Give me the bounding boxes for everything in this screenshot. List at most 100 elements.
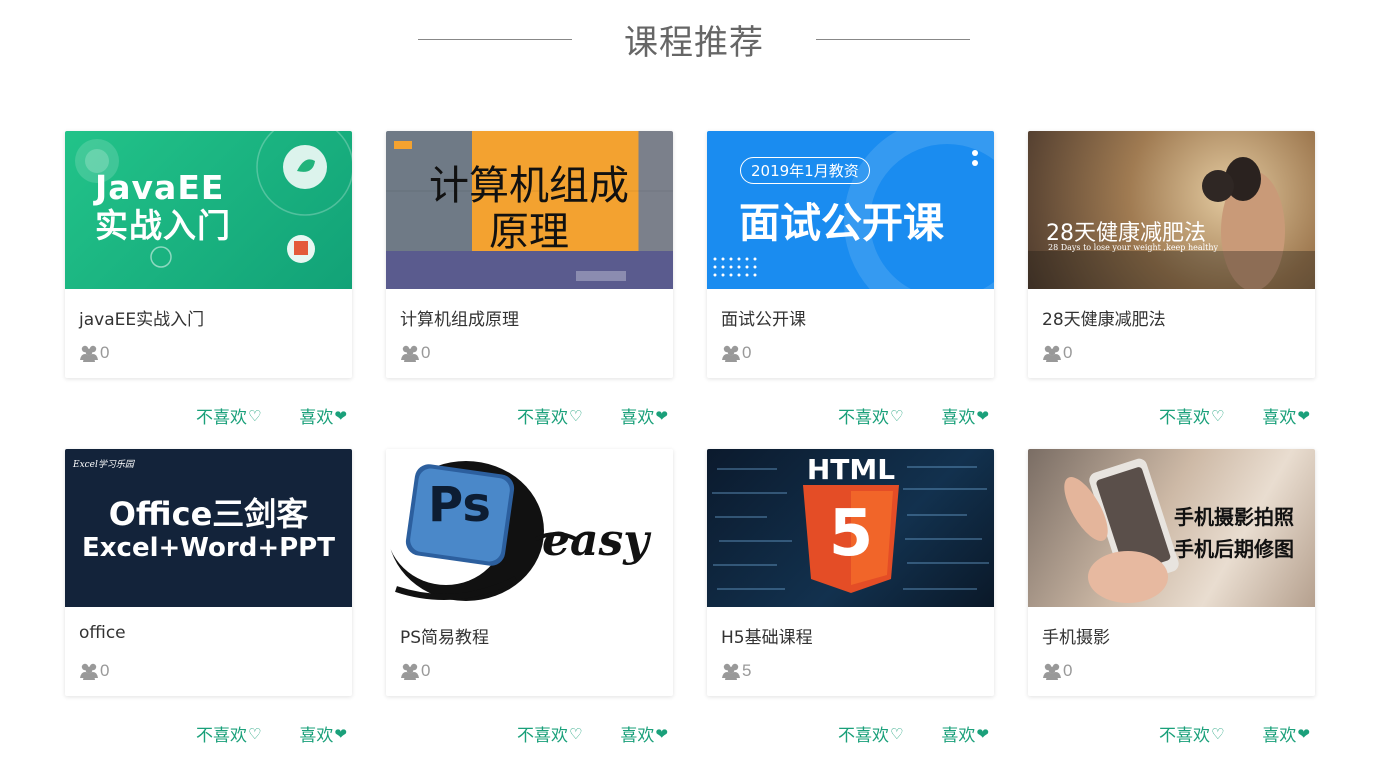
course-thumbnail[interactable]: Ps easy xyxy=(386,449,673,607)
student-count: 0 xyxy=(400,343,673,363)
course-title[interactable]: 计算机组成原理 xyxy=(400,305,673,330)
course-card[interactable]: HTML 5 H5基础课程 5 xyxy=(707,449,994,696)
course-item: Ps easy PS简易教程 0 不喜欢 ♡ 喜欢 ❤ xyxy=(386,449,673,767)
section-title: 课程推荐 xyxy=(624,22,764,63)
like-button[interactable]: 喜欢 ❤ xyxy=(620,721,668,747)
student-count: 0 xyxy=(79,343,352,363)
course-title[interactable]: PS简易教程 xyxy=(400,623,673,648)
student-count-value: 0 xyxy=(100,343,110,362)
header-divider-right xyxy=(816,38,970,40)
student-count-value: 0 xyxy=(421,661,431,680)
like-button[interactable]: 喜欢 ❤ xyxy=(941,721,989,747)
heart-outline-icon: ♡ xyxy=(889,406,904,425)
like-button[interactable]: 喜欢 ❤ xyxy=(620,403,668,429)
course-title[interactable]: 面试公开课 xyxy=(721,305,994,330)
course-card[interactable]: Excel学习乐园 Office三剑客 Excel+Word+PPT offic… xyxy=(65,449,352,696)
thumb-line-1: HTML xyxy=(806,453,896,486)
course-title[interactable]: 28天健康减肥法 xyxy=(1042,305,1315,330)
thumb-line-1: 手机摄影拍照 xyxy=(1174,505,1294,529)
dislike-button[interactable]: 不喜欢 ♡ xyxy=(1159,403,1225,429)
dislike-button[interactable]: 不喜欢 ♡ xyxy=(196,721,262,747)
course-thumbnail[interactable]: 手机摄影拍照 手机后期修图 xyxy=(1028,449,1315,607)
users-icon xyxy=(722,345,740,362)
feedback-actions: 不喜欢 ♡ 喜欢 ❤ xyxy=(1159,403,1310,429)
feedback-actions: 不喜欢 ♡ 喜欢 ❤ xyxy=(196,721,347,747)
like-button[interactable]: 喜欢 ❤ xyxy=(941,403,989,429)
student-count-value: 0 xyxy=(1063,661,1073,680)
thumb-line-2: 28 Days to lose your weight ,keep health… xyxy=(1048,243,1219,252)
dislike-button[interactable]: 不喜欢 ♡ xyxy=(1159,721,1224,747)
course-thumbnail[interactable]: 2019年1月教资 面试公开课 xyxy=(707,131,994,289)
course-card[interactable]: 2019年1月教资 面试公开课 面试公开课 0 xyxy=(707,131,994,378)
dislike-button[interactable]: 不喜欢 ♡ xyxy=(838,403,904,429)
heart-filled-icon: ❤ xyxy=(655,406,668,425)
course-title[interactable]: javaEE实战入门 xyxy=(79,305,352,330)
header-divider-left xyxy=(418,38,572,40)
student-count: 0 xyxy=(1042,343,1315,363)
like-button[interactable]: 喜欢 ❤ xyxy=(299,403,347,429)
student-count: 0 xyxy=(79,661,352,681)
dislike-button[interactable]: 不喜欢 ♡ xyxy=(196,403,262,429)
heart-outline-icon: ♡ xyxy=(247,406,262,425)
course-item: 2019年1月教资 面试公开课 面试公开课 0 不喜欢 ♡ 喜欢 ❤ xyxy=(707,131,994,449)
users-icon xyxy=(401,663,419,680)
like-button[interactable]: 喜欢 ❤ xyxy=(1262,721,1310,747)
course-item: Excel学习乐园 Office三剑客 Excel+Word+PPT offic… xyxy=(65,449,352,767)
course-card[interactable]: Ps easy PS简易教程 0 xyxy=(386,449,673,696)
course-card[interactable]: JavaEE 实战入门 javaEE实战入门 0 xyxy=(65,131,352,378)
course-item: 计算机组成 原理 计算机组成原理 0 不喜欢 ♡ 喜欢 ❤ xyxy=(386,131,673,449)
course-title[interactable]: H5基础课程 xyxy=(721,623,994,648)
users-icon xyxy=(80,663,98,680)
student-count-value: 0 xyxy=(421,343,431,362)
like-button[interactable]: 喜欢 ❤ xyxy=(299,721,347,747)
heart-outline-icon: ♡ xyxy=(247,724,262,743)
heart-outline-icon: ♡ xyxy=(568,406,583,425)
feedback-actions: 不喜欢 ♡ 喜欢 ❤ xyxy=(838,721,989,747)
student-count-value: 0 xyxy=(742,343,752,362)
course-thumbnail[interactable]: HTML 5 xyxy=(707,449,994,607)
feedback-actions: 不喜欢 ♡ 喜欢 ❤ xyxy=(517,721,668,747)
course-thumbnail[interactable]: Excel学习乐园 Office三剑客 Excel+Word+PPT xyxy=(65,449,352,607)
dislike-button[interactable]: 不喜欢 ♡ xyxy=(517,403,583,429)
course-title[interactable]: 手机摄影 xyxy=(1042,623,1315,648)
thumb-line-1: Ps xyxy=(428,477,491,533)
feedback-actions: 不喜欢 ♡ 喜欢 ❤ xyxy=(1159,721,1310,747)
course-card[interactable]: 28天健康减肥法 28 Days to lose your weight ,ke… xyxy=(1028,131,1315,378)
users-icon xyxy=(1043,345,1061,362)
course-grid: JavaEE 实战入门 javaEE实战入门 0 不喜欢 ♡ 喜欢 ❤ 计算机组… xyxy=(65,131,1315,767)
thumb-line-2: 手机后期修图 xyxy=(1174,537,1294,561)
student-count-value: 5 xyxy=(742,661,752,680)
student-count: 0 xyxy=(400,661,673,681)
users-icon xyxy=(80,345,98,362)
student-count: 0 xyxy=(721,343,994,363)
thumb-line-2: 实战入门 xyxy=(95,206,231,245)
like-button[interactable]: 喜欢 ❤ xyxy=(1262,403,1310,429)
heart-filled-icon: ❤ xyxy=(1297,406,1310,425)
course-item: HTML 5 H5基础课程 5 不喜欢 ♡ 喜欢 ❤ xyxy=(707,449,994,767)
thumb-brand: Excel学习乐园 xyxy=(73,460,134,470)
heart-filled-icon: ❤ xyxy=(976,406,989,425)
thumb-line-2: 面试公开课 xyxy=(739,199,944,247)
course-thumbnail[interactable]: 计算机组成 原理 xyxy=(386,131,673,289)
dislike-button[interactable]: 不喜欢 ♡ xyxy=(517,721,583,747)
heart-outline-icon: ♡ xyxy=(568,724,583,743)
dislike-button[interactable]: 不喜欢 ♡ xyxy=(838,721,904,747)
student-count: 0 xyxy=(1042,661,1315,681)
heart-filled-icon: ❤ xyxy=(655,724,668,743)
heart-filled-icon: ❤ xyxy=(334,724,347,743)
heart-filled-icon: ❤ xyxy=(976,724,989,743)
users-icon xyxy=(401,345,419,362)
course-thumbnail[interactable]: 28天健康减肥法 28 Days to lose your weight ,ke… xyxy=(1028,131,1315,289)
heart-outline-icon: ♡ xyxy=(1210,406,1225,425)
thumb-line-1: JavaEE xyxy=(95,168,225,207)
feedback-actions: 不喜欢 ♡ 喜欢 ❤ xyxy=(196,403,347,429)
thumb-line-2: 原理 xyxy=(489,209,569,255)
course-card[interactable]: 计算机组成 原理 计算机组成原理 0 xyxy=(386,131,673,378)
course-card[interactable]: 手机摄影拍照 手机后期修图 手机摄影 0 xyxy=(1028,449,1315,696)
course-title[interactable]: office xyxy=(79,623,352,645)
thumb-line-2: 5 xyxy=(828,497,874,571)
heart-filled-icon: ❤ xyxy=(1297,724,1310,743)
course-thumbnail[interactable]: JavaEE 实战入门 xyxy=(65,131,352,289)
heart-outline-icon: ♡ xyxy=(889,724,904,743)
student-count: 5 xyxy=(721,661,994,681)
